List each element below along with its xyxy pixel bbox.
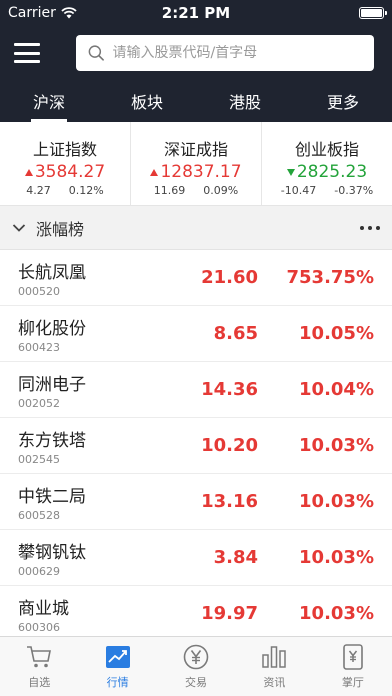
- stock-price: 21.60: [201, 267, 258, 288]
- index-value: 3584.27: [24, 162, 106, 182]
- yen-icon: [182, 643, 210, 671]
- battery-group: [359, 7, 387, 19]
- index-summary: 上证指数 3584.27 4.27 0.12% 深证成指 12837.17 11…: [0, 122, 392, 206]
- index-value: 2825.23: [286, 162, 368, 182]
- search-icon: [88, 45, 104, 61]
- stock-price: 13.16: [201, 491, 258, 512]
- index-change: 11.69: [153, 184, 186, 197]
- index-name: 上证指数: [32, 140, 97, 159]
- stock-name: 商业城: [18, 598, 69, 619]
- tabbar-label: 交易: [185, 676, 208, 689]
- tab-hk[interactable]: 港股: [196, 80, 294, 122]
- stock-price: 14.36: [201, 379, 258, 400]
- tab-hushen[interactable]: 沪深: [0, 80, 98, 122]
- index-name: 创业板指: [294, 140, 359, 159]
- table-row[interactable]: 商业城 600306 19.97 10.03%: [0, 586, 392, 642]
- cart-icon: [25, 643, 53, 671]
- table-row[interactable]: 中铁二局 600528 13.16 10.03%: [0, 474, 392, 530]
- up-arrow-icon: [24, 168, 33, 176]
- index-value: 12837.17: [150, 162, 242, 182]
- trend-icon: [104, 643, 132, 671]
- stock-name: 柳化股份: [18, 318, 86, 339]
- index-change: 4.27: [26, 184, 51, 197]
- stock-change-pct: 10.03%: [299, 547, 374, 568]
- status-bar: Carrier 2:21 PM: [0, 0, 392, 26]
- stock-change-pct: 10.03%: [299, 435, 374, 456]
- stock-change-pct: 753.75%: [286, 267, 375, 288]
- phone-yen-icon: [339, 643, 367, 671]
- menu-icon[interactable]: [14, 43, 40, 63]
- stock-code: 600423: [18, 340, 60, 354]
- tabbar-label: 行情: [106, 676, 129, 689]
- table-row[interactable]: 东方铁塔 002545 10.20 10.03%: [0, 418, 392, 474]
- stock-change-pct: 10.03%: [299, 491, 374, 512]
- stock-price: 8.65: [213, 323, 258, 344]
- index-change: -10.47: [280, 184, 317, 197]
- stock-code: 000520: [18, 284, 60, 298]
- up-arrow-icon: [150, 168, 159, 176]
- stock-list: 长航凤凰 000520 21.60 753.75% 柳化股份 600423 8.65…: [0, 250, 392, 642]
- tabbar-item-trade[interactable]: 交易: [157, 637, 235, 696]
- top-nav: [0, 26, 392, 80]
- tabbar-label: 资讯: [263, 676, 286, 689]
- stock-code: 002052: [18, 396, 60, 410]
- stock-name: 东方铁塔: [18, 430, 86, 451]
- search-box[interactable]: [76, 35, 374, 71]
- index-changes: -10.47 -0.37%: [281, 184, 373, 197]
- stock-name: 长航凤凰: [18, 262, 86, 283]
- stock-price: 10.20: [201, 435, 258, 456]
- index-pct: 0.09%: [203, 184, 239, 197]
- stock-price: 3.84: [213, 547, 258, 568]
- battery-icon: [359, 7, 387, 19]
- table-row[interactable]: 攀钢钒钛 000629 3.84 10.03%: [0, 530, 392, 586]
- stock-price: 19.97: [201, 603, 258, 624]
- bottom-tab-bar: 自选 行情 交易 资讯 掌厅: [0, 636, 392, 696]
- index-changes: 4.27 0.12%: [26, 184, 103, 197]
- stock-change-pct: 10.05%: [299, 323, 374, 344]
- stock-change-pct: 10.04%: [299, 379, 374, 400]
- index-card-shenzhen[interactable]: 深证成指 12837.17 11.69 0.09%: [131, 122, 262, 205]
- section-title: 涨幅榜: [36, 219, 85, 239]
- tabbar-label: 自选: [28, 676, 51, 689]
- status-time: 2:21 PM: [161, 4, 231, 22]
- table-row[interactable]: 长航凤凰 000520 21.60 753.75%: [0, 250, 392, 306]
- tab-sector[interactable]: 板块: [98, 80, 196, 122]
- chevron-down-icon: [12, 223, 26, 232]
- down-arrow-icon: [286, 168, 295, 176]
- stock-code: 600528: [18, 508, 60, 522]
- tabbar-item-watchlist[interactable]: 自选: [0, 637, 78, 696]
- market-tabs: 沪深 板块 港股 更多: [0, 80, 392, 122]
- more-options-icon[interactable]: [360, 225, 380, 230]
- index-changes: 11.69 0.09%: [154, 184, 238, 197]
- search-input[interactable]: [112, 45, 374, 61]
- bars-icon: [260, 643, 288, 671]
- tabbar-item-hall[interactable]: 掌厅: [314, 637, 392, 696]
- table-row[interactable]: 柳化股份 600423 8.65 10.05%: [0, 306, 392, 362]
- stock-code: 002545: [18, 452, 60, 466]
- index-card-chinext[interactable]: 创业板指 2825.23 -10.47 -0.37%: [262, 122, 392, 205]
- stock-name: 中铁二局: [18, 486, 86, 507]
- gainers-header[interactable]: 涨幅榜: [0, 206, 392, 250]
- index-name: 深证成指: [163, 140, 228, 159]
- tab-more[interactable]: 更多: [294, 80, 392, 122]
- stock-code: 600306: [18, 620, 60, 634]
- index-value-text: 2825.23: [296, 162, 368, 182]
- stock-code: 000629: [18, 564, 60, 578]
- app-header: Carrier 2:21 PM 沪深 板块 港股 更多: [0, 0, 392, 122]
- tabbar-item-market[interactable]: 行情: [78, 637, 156, 696]
- index-pct: 0.12%: [68, 184, 104, 197]
- stock-change-pct: 10.03%: [299, 603, 374, 624]
- tabbar-label: 掌厅: [341, 676, 364, 689]
- stock-name: 同洲电子: [18, 374, 86, 395]
- index-value-text: 12837.17: [160, 162, 242, 182]
- tabbar-item-news[interactable]: 资讯: [235, 637, 313, 696]
- index-pct: -0.37%: [334, 184, 374, 197]
- stock-name: 攀钢钒钛: [18, 542, 86, 563]
- index-value-text: 3584.27: [34, 162, 106, 182]
- index-card-shanghai[interactable]: 上证指数 3584.27 4.27 0.12%: [0, 122, 131, 205]
- table-row[interactable]: 同洲电子 002052 14.36 10.04%: [0, 362, 392, 418]
